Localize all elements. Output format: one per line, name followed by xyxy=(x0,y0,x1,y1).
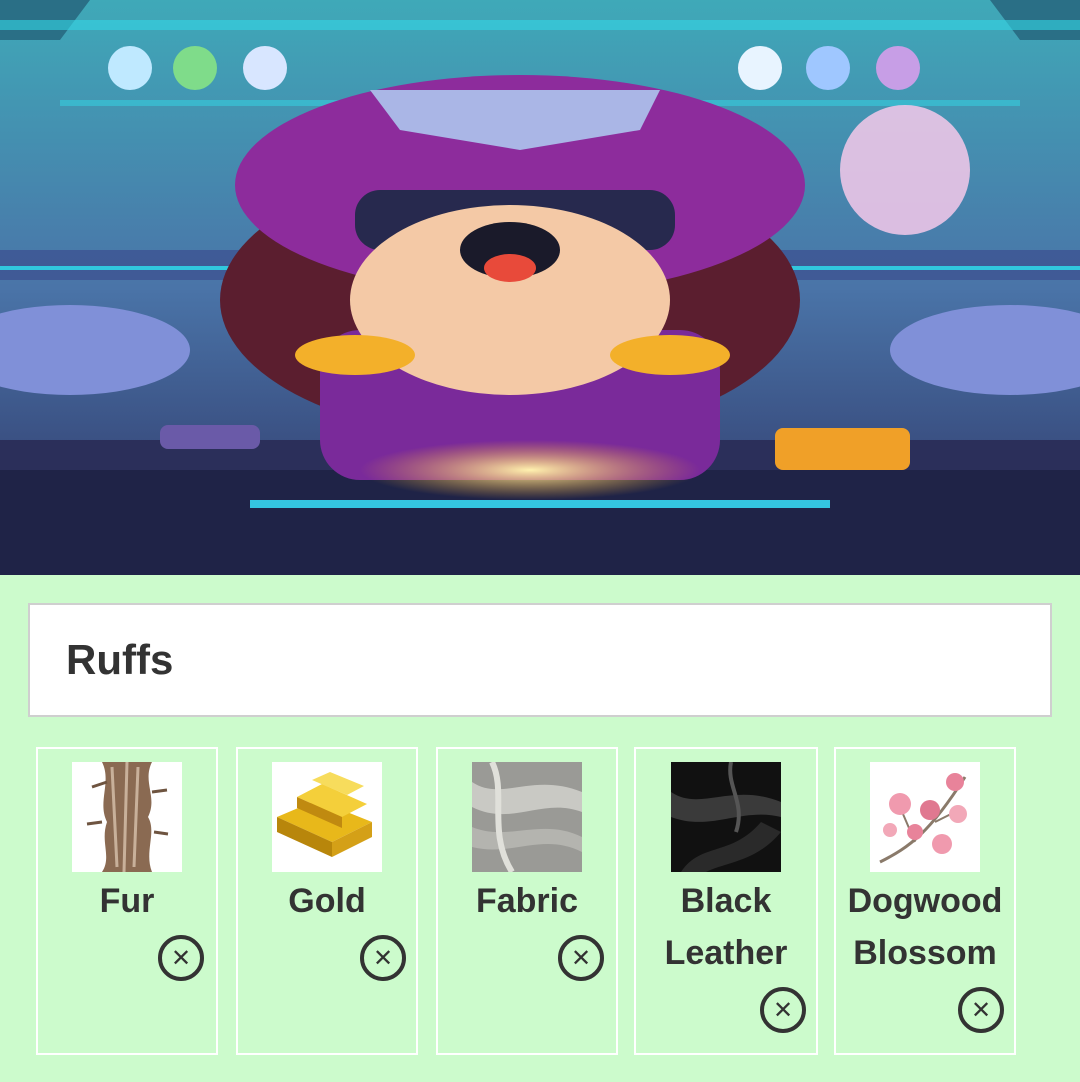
title-field[interactable]: Ruffs xyxy=(28,603,1052,717)
material-label: Black Leather xyxy=(664,882,788,972)
material-label: Fabric xyxy=(475,882,579,920)
close-circle-icon[interactable]: ✕ xyxy=(158,935,204,981)
material-list: Fur ✕ Gold ✕ Fabric ✕ Black Leather ✕ Do… xyxy=(36,747,1036,1057)
material-label: Gold xyxy=(288,882,366,920)
hero-image xyxy=(0,0,1080,575)
close-circle-icon[interactable]: ✕ xyxy=(360,935,406,981)
material-card-black-leather[interactable]: Black Leather ✕ xyxy=(634,747,818,1055)
fur-swatch xyxy=(72,762,182,872)
close-circle-icon[interactable]: ✕ xyxy=(558,935,604,981)
material-label: Dogwood Blossom xyxy=(847,882,1003,972)
material-card-fabric[interactable]: Fabric ✕ xyxy=(436,747,618,1055)
close-circle-icon[interactable]: ✕ xyxy=(958,987,1004,1033)
dogwood-blossom-branch xyxy=(870,762,980,872)
black-leather-swatch xyxy=(671,762,781,872)
gray-fabric-swatch xyxy=(472,762,582,872)
material-card-gold[interactable]: Gold ✕ xyxy=(236,747,418,1055)
material-label: Fur xyxy=(99,882,155,920)
gold-bars xyxy=(272,762,382,872)
page-title: Ruffs xyxy=(66,636,174,683)
material-card-fur[interactable]: Fur ✕ xyxy=(36,747,218,1055)
close-circle-icon[interactable]: ✕ xyxy=(760,987,806,1033)
material-card-dogwood-blossom[interactable]: Dogwood Blossom ✕ xyxy=(834,747,1016,1055)
